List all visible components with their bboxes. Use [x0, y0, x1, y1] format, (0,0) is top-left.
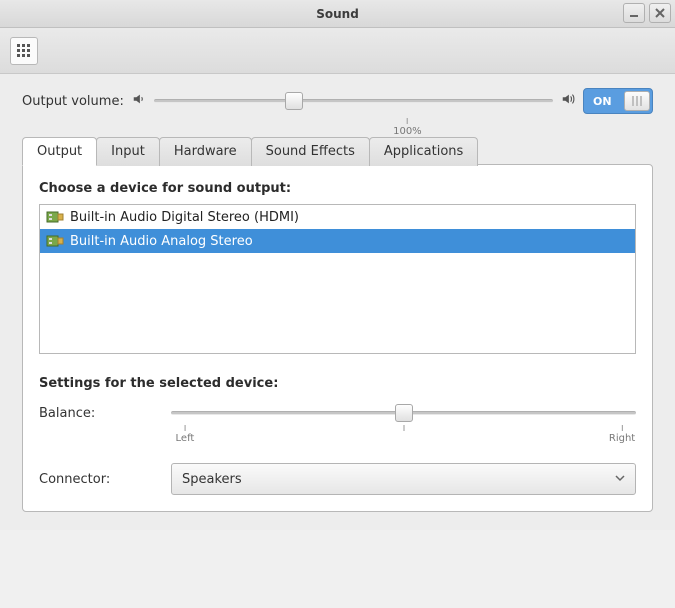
connector-selected-value: Speakers	[182, 472, 242, 487]
device-name: Built-in Audio Digital Stereo (HDMI)	[70, 210, 299, 225]
device-row[interactable]: Built-in Audio Digital Stereo (HDMI)	[40, 205, 635, 229]
toggle-on-label: ON	[593, 95, 612, 108]
speaker-high-icon	[561, 92, 575, 110]
output-volume-slider[interactable]	[154, 89, 553, 113]
connector-label: Connector:	[39, 472, 159, 487]
output-tab-panel: Choose a device for sound output: Built-…	[22, 164, 653, 512]
toolbar	[0, 28, 675, 74]
device-row[interactable]: Built-in Audio Analog Stereo	[40, 229, 635, 253]
connector-row: Connector: Speakers	[39, 463, 636, 495]
titlebar: Sound	[0, 0, 675, 28]
balance-marks: Left Right	[171, 425, 636, 445]
device-name: Built-in Audio Analog Stereo	[70, 234, 253, 249]
balance-left-label: Left	[176, 433, 195, 444]
choose-device-label: Choose a device for sound output:	[39, 181, 636, 196]
balance-label: Balance:	[39, 406, 159, 421]
output-device-list[interactable]: Built-in Audio Digital Stereo (HDMI) Buil…	[39, 204, 636, 354]
tab-hardware[interactable]: Hardware	[159, 137, 252, 166]
all-settings-button[interactable]	[10, 37, 38, 65]
tab-effects[interactable]: Sound Effects	[251, 137, 370, 166]
speaker-low-icon	[132, 92, 146, 110]
output-mute-toggle[interactable]: ON	[583, 88, 653, 114]
minimize-button[interactable]	[623, 3, 645, 23]
tab-apps[interactable]: Applications	[369, 137, 478, 166]
sound-card-icon	[46, 209, 64, 225]
tab-input[interactable]: Input	[96, 137, 160, 166]
output-volume-row: Output volume: ON	[22, 88, 653, 114]
device-settings-label: Settings for the selected device:	[39, 376, 636, 391]
window-title: Sound	[316, 7, 359, 21]
connector-combobox[interactable]: Speakers	[171, 463, 636, 495]
tabs: OutputInputHardwareSound EffectsApplicat…	[22, 136, 653, 165]
sound-card-icon	[46, 233, 64, 249]
tab-output[interactable]: Output	[22, 137, 97, 166]
balance-row: Balance:	[39, 401, 636, 425]
close-button[interactable]	[649, 3, 671, 23]
grid-icon	[17, 44, 31, 58]
chevron-down-icon	[615, 472, 625, 487]
balance-slider[interactable]	[171, 401, 636, 425]
balance-right-label: Right	[609, 433, 635, 444]
output-volume-label: Output volume:	[22, 94, 124, 109]
